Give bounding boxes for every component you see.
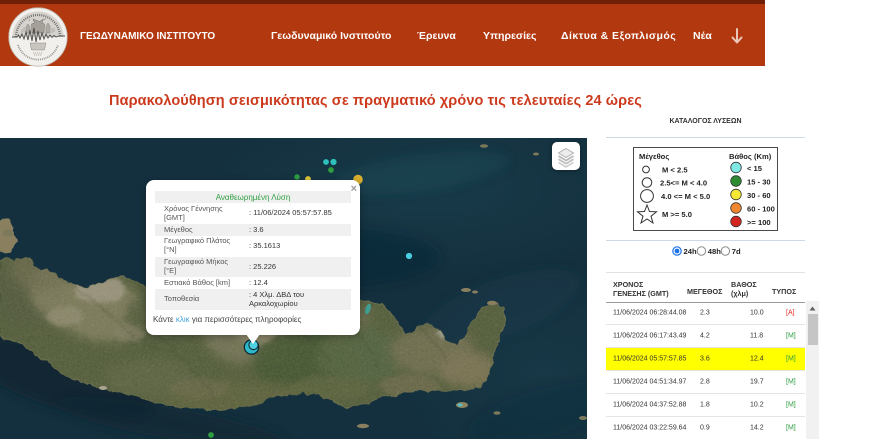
svg-text:M < 2.5: M < 2.5 [662,166,688,175]
svg-text:M >= 5.0: M >= 5.0 [662,210,692,219]
svg-text:Βάθος (Km): Βάθος (Km) [729,152,772,161]
svg-text:2.5<= M < 4.0: 2.5<= M < 4.0 [660,179,707,188]
svg-text:4.0 <= M < 5.0: 4.0 <= M < 5.0 [661,192,710,201]
svg-text:24h: 24h [684,247,697,256]
svg-text:60 - 100: 60 - 100 [747,205,775,214]
svg-text:< 15: < 15 [747,164,763,173]
svg-text:>= 100: >= 100 [747,218,771,227]
svg-text:15 - 30: 15 - 30 [747,178,771,187]
svg-text:7d: 7d [732,247,741,256]
svg-text:48h: 48h [708,247,721,256]
svg-text:30 - 60: 30 - 60 [747,191,771,200]
svg-text:Μέγεθος: Μέγεθος [639,152,669,161]
